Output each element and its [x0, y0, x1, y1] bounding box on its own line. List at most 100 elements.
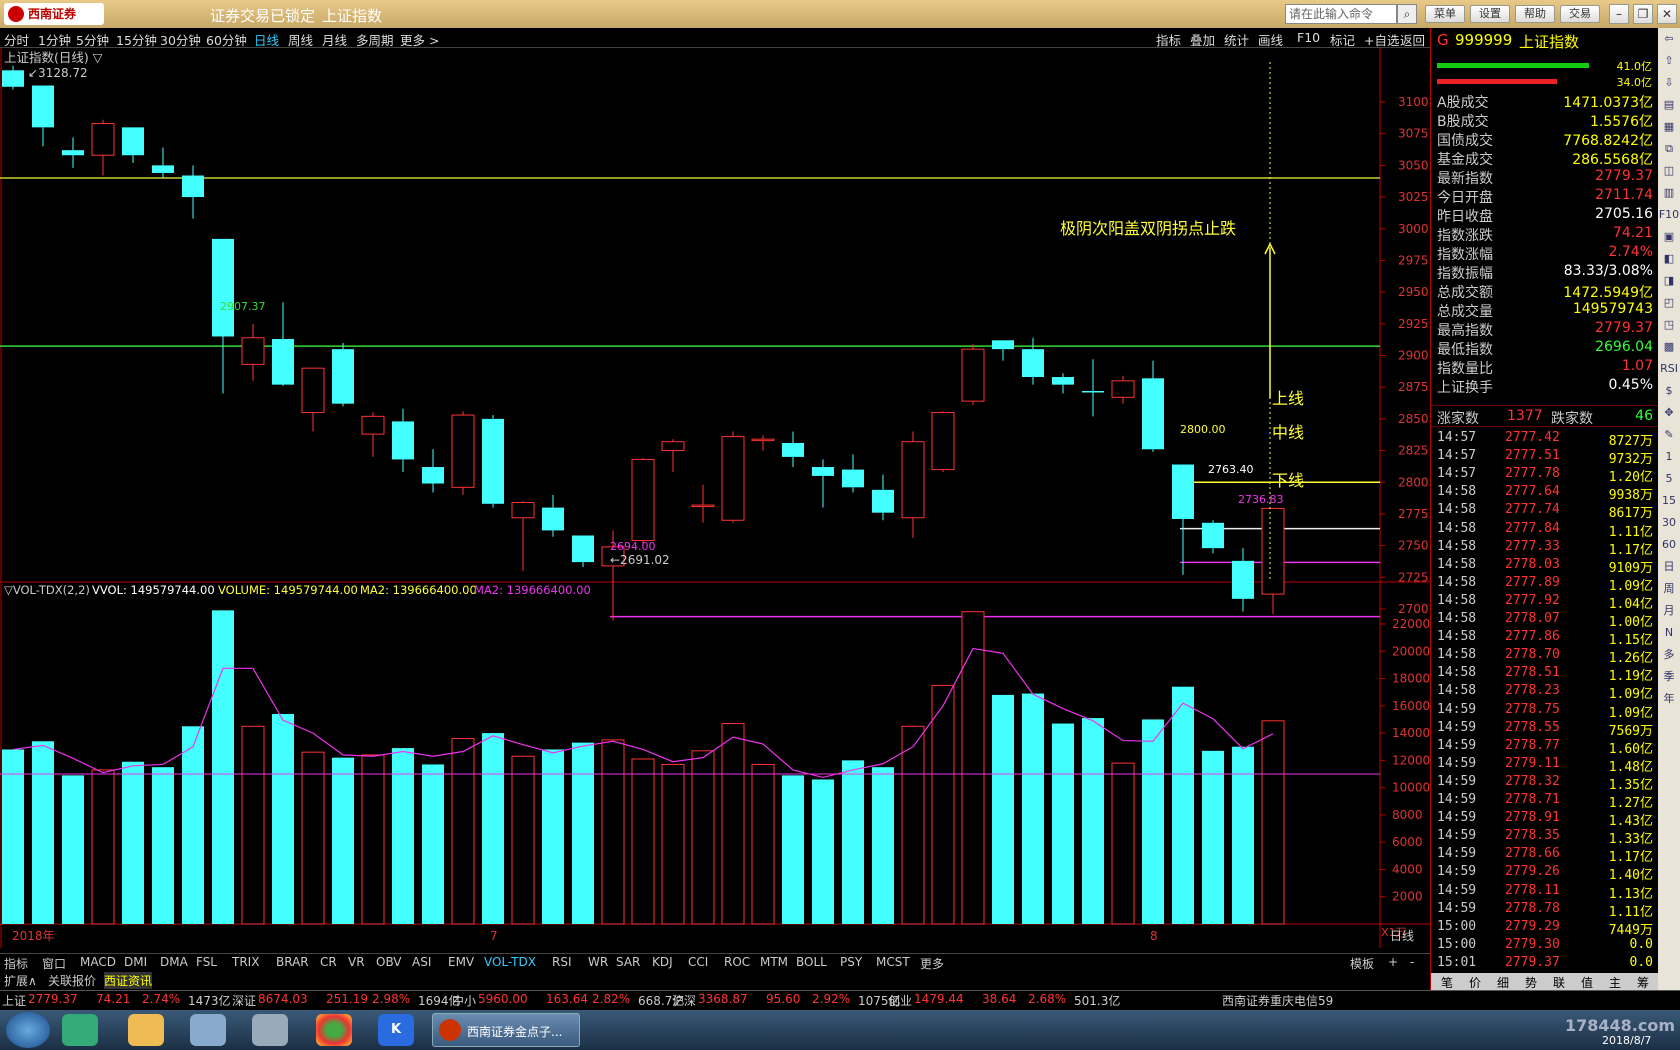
indicator-right-2[interactable]: -: [1410, 955, 1414, 969]
app-icon-4[interactable]: [252, 1014, 288, 1046]
kline-chart[interactable]: 3100 3075 3050 3025 3000 2975 2950 2925 2900 2875…: [0, 48, 1430, 948]
close-icon[interactable]: ✕: [1657, 4, 1677, 24]
indicator-tab-11[interactable]: ASI: [412, 955, 431, 969]
indicator-tab-12[interactable]: EMV: [448, 955, 474, 969]
tool-period-2[interactable]: 15: [1658, 490, 1680, 512]
chart-tool-4[interactable]: F10: [1297, 30, 1320, 45]
tool-period-3[interactable]: 30: [1658, 512, 1680, 534]
period-4[interactable]: 30分钟: [160, 30, 201, 49]
indicator-tab-19[interactable]: ROC: [724, 955, 750, 969]
period-0[interactable]: 分时: [4, 30, 29, 49]
indicator-tab-6[interactable]: TRIX: [232, 955, 259, 969]
tool-icon-18[interactable]: ✎: [1658, 424, 1680, 446]
tool-period-1[interactable]: 5: [1658, 468, 1680, 490]
tool-period-10[interactable]: 季: [1658, 666, 1680, 688]
chart-tool-6[interactable]: +自选: [1364, 30, 1399, 49]
tool-icon-1[interactable]: ⇧: [1658, 50, 1680, 72]
period-7[interactable]: 周线: [288, 30, 313, 49]
quote-tab-5[interactable]: 值: [1581, 974, 1593, 991]
indicator-tab-13[interactable]: VOL-TDX: [484, 955, 536, 969]
tool-icon-13[interactable]: ◳: [1658, 314, 1680, 336]
indicator-tab-9[interactable]: VR: [348, 955, 365, 969]
tool-period-9[interactable]: 多: [1658, 644, 1680, 666]
indicator-tab-23[interactable]: MCST: [876, 955, 910, 969]
quote-tab-4[interactable]: 联: [1553, 974, 1565, 991]
index-name-2[interactable]: 中小: [452, 992, 476, 1009]
ext-tab-2[interactable]: 西证资讯: [104, 972, 153, 989]
index-name-3[interactable]: 沪深: [672, 992, 696, 1009]
period-5[interactable]: 60分钟: [206, 30, 247, 49]
command-input[interactable]: 请在此输入命令: [1285, 4, 1397, 24]
indicator-tab-1[interactable]: 窗口: [42, 955, 66, 972]
indicator-tab-14[interactable]: RSI: [552, 955, 572, 969]
tool-period-5[interactable]: 日: [1658, 556, 1680, 578]
tool-icon-4[interactable]: ▦: [1658, 116, 1680, 138]
app-icon-1[interactable]: [62, 1014, 98, 1046]
quote-tab-1[interactable]: 价: [1469, 974, 1481, 991]
tool-period-8[interactable]: N: [1658, 622, 1680, 644]
indicator-tab-21[interactable]: BOLL: [796, 955, 827, 969]
tool-period-7[interactable]: 月: [1658, 600, 1680, 622]
tool-period-6[interactable]: 周: [1658, 578, 1680, 600]
tool-icon-3[interactable]: ▤: [1658, 94, 1680, 116]
chart-tool-7[interactable]: 返回: [1400, 30, 1425, 49]
indicator-tab-24[interactable]: 更多: [920, 955, 944, 972]
indicator-tab-5[interactable]: FSL: [196, 955, 217, 969]
tool-icon-7[interactable]: ▥: [1658, 182, 1680, 204]
tool-icon-0[interactable]: ⇦: [1658, 28, 1680, 50]
tool-icon-8[interactable]: F10: [1658, 204, 1680, 226]
start-button[interactable]: [6, 1012, 50, 1048]
tool-icon-5[interactable]: ⧉: [1658, 138, 1680, 160]
ext-tab-0[interactable]: 扩展∧: [4, 972, 37, 989]
indicator-tab-18[interactable]: CCI: [688, 955, 708, 969]
active-app-button[interactable]: 西南证券金点子...: [432, 1013, 580, 1047]
app-icon-2[interactable]: [128, 1014, 164, 1046]
chart-tool-3[interactable]: 画线: [1258, 30, 1283, 49]
quote-tab-7[interactable]: 筹: [1637, 974, 1649, 991]
settings-button[interactable]: 设置: [1470, 5, 1510, 23]
indicator-right-0[interactable]: 模板: [1350, 955, 1374, 972]
index-name-0[interactable]: 上证: [2, 992, 26, 1009]
tool-icon-16[interactable]: $: [1658, 380, 1680, 402]
indicator-tab-15[interactable]: WR: [588, 955, 608, 969]
period-3[interactable]: 15分钟: [116, 30, 157, 49]
tool-icon-17[interactable]: ✥: [1658, 402, 1680, 424]
minimize-icon[interactable]: –: [1609, 4, 1629, 24]
tool-icon-2[interactable]: ⇩: [1658, 72, 1680, 94]
indicator-right-1[interactable]: +: [1388, 955, 1398, 969]
period-6[interactable]: 日线: [254, 30, 279, 49]
indicator-tab-10[interactable]: OBV: [376, 955, 402, 969]
menu-button[interactable]: 菜单: [1425, 5, 1465, 23]
indicator-tab-0[interactable]: 指标: [4, 955, 28, 972]
index-name-1[interactable]: 深证: [232, 992, 256, 1009]
indicator-tab-8[interactable]: CR: [320, 955, 337, 969]
chart-tool-0[interactable]: 指标: [1156, 30, 1181, 49]
quote-tab-6[interactable]: 主: [1609, 974, 1621, 991]
indicator-tab-22[interactable]: PSY: [840, 955, 862, 969]
indicator-tab-16[interactable]: SAR: [616, 955, 640, 969]
tool-icon-9[interactable]: ▣: [1658, 226, 1680, 248]
tool-icon-12[interactable]: ◰: [1658, 292, 1680, 314]
period-10[interactable]: 更多 >: [400, 30, 439, 49]
chart-tool-1[interactable]: 叠加: [1190, 30, 1215, 49]
search-icon[interactable]: ⌕: [1397, 4, 1417, 24]
indicator-tab-7[interactable]: BRAR: [276, 955, 309, 969]
indicator-tab-20[interactable]: MTM: [760, 955, 788, 969]
help-button[interactable]: 帮助: [1515, 5, 1555, 23]
chart-tool-2[interactable]: 统计: [1224, 30, 1249, 49]
app-icon-3[interactable]: [190, 1014, 226, 1046]
quote-tab-3[interactable]: 势: [1525, 974, 1537, 991]
index-name-4[interactable]: 创业: [888, 992, 912, 1009]
indicator-tab-17[interactable]: KDJ: [652, 955, 673, 969]
chrome-icon[interactable]: [316, 1014, 352, 1046]
period-2[interactable]: 5分钟: [76, 30, 109, 49]
tool-period-11[interactable]: 年: [1658, 688, 1680, 710]
period-1[interactable]: 1分钟: [38, 30, 71, 49]
ext-tab-1[interactable]: 关联报价: [48, 972, 96, 989]
quote-tab-2[interactable]: 细: [1497, 974, 1509, 991]
tool-icon-6[interactable]: ◫: [1658, 160, 1680, 182]
indicator-tab-3[interactable]: DMI: [124, 955, 147, 969]
tool-icon-11[interactable]: ◨: [1658, 270, 1680, 292]
tool-icon-15[interactable]: RSI: [1658, 358, 1680, 380]
tool-icon-10[interactable]: ◧: [1658, 248, 1680, 270]
